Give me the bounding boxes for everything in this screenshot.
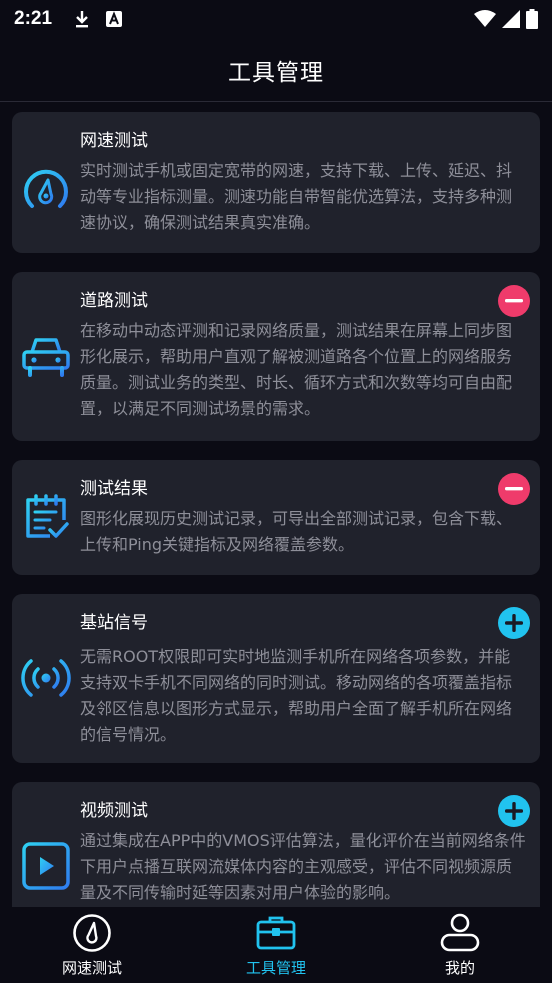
card-title: 基站信号	[80, 613, 148, 633]
card-title: 道路测试	[80, 291, 148, 311]
remove-button[interactable]	[498, 473, 530, 505]
nav-item-profile[interactable]: 我的	[368, 907, 552, 983]
user-icon	[440, 913, 480, 952]
status-bar: 2:21	[0, 0, 552, 38]
title-bar: 工具管理	[0, 38, 552, 102]
nav-label: 工具管理	[245, 959, 306, 977]
plus-icon	[505, 802, 523, 820]
add-button[interactable]	[498, 607, 530, 639]
card-description: 实时测试手机或固定宽带的网速，支持下载、上传、延迟、抖动等专业指标测量。测速功能…	[80, 161, 513, 232]
remove-button[interactable]	[498, 285, 530, 317]
bottom-nav: 网速测试 工具管理 我的	[0, 907, 552, 983]
status-time: 2:21	[14, 8, 53, 29]
signal-tower-icon	[20, 652, 72, 704]
card-description: 无需ROOT权限即可实时地监测手机所在网络各项参数，并能支持双卡手机不同网络的同…	[80, 647, 513, 744]
tool-card-speed-test[interactable]: 网速测试 实时测试手机或固定宽带的网速，支持下载、上传、延迟、抖动等专业指标测量…	[12, 112, 540, 253]
nav-item-tool-management[interactable]: 工具管理	[184, 907, 368, 983]
speedometer-icon	[20, 164, 72, 216]
text-a-icon	[106, 11, 123, 27]
card-title: 视频测试	[80, 801, 148, 821]
toolbox-icon	[256, 916, 296, 950]
video-play-icon	[20, 840, 72, 892]
page-title: 工具管理	[228, 59, 324, 86]
nav-label: 网速测试	[61, 959, 122, 977]
minus-icon	[505, 299, 523, 303]
minus-icon	[505, 487, 523, 491]
speedometer-icon	[73, 914, 111, 952]
tool-card-video-test[interactable]: 视频测试 通过集成在APP中的VMOS评估算法，量化评价在当前网络条件下用户点播…	[12, 782, 540, 907]
tool-card-test-results[interactable]: 测试结果 图形化展现历史测试记录，可导出全部测试记录，包含下载、上传和Ping关…	[12, 460, 540, 575]
battery-icon	[526, 9, 538, 29]
nav-label: 我的	[444, 959, 475, 977]
card-title: 网速测试	[80, 131, 148, 151]
card-description: 通过集成在APP中的VMOS评估算法，量化评价在当前网络条件下用户点播互联网流媒…	[80, 831, 526, 902]
car-icon	[20, 330, 72, 382]
signal-icon	[502, 10, 520, 28]
card-description: 在移动中动态评测和记录网络质量，测试结果在屏幕上同步图形化展示，帮助用户直观了解…	[80, 321, 513, 418]
nav-item-speed-test[interactable]: 网速测试	[0, 907, 184, 983]
download-icon	[76, 11, 89, 28]
plus-icon	[505, 614, 523, 632]
wifi-icon	[474, 10, 496, 27]
add-button[interactable]	[498, 795, 530, 827]
card-title: 测试结果	[80, 479, 148, 499]
tool-card-road-test[interactable]: 道路测试 在移动中动态评测和记录网络质量，测试结果在屏幕上同步图形化展示，帮助用…	[12, 272, 540, 441]
clipboard-check-icon	[20, 490, 72, 542]
card-description: 图形化展现历史测试记录，可导出全部测试记录，包含下载、上传和Ping关键指标及网…	[80, 509, 513, 554]
tool-list[interactable]: 网速测试 实时测试手机或固定宽带的网速，支持下载、上传、延迟、抖动等专业指标测量…	[0, 103, 552, 907]
tool-card-base-station[interactable]: 基站信号 无需ROOT权限即可实时地监测手机所在网络各项参数，并能支持双卡手机不…	[12, 594, 540, 763]
